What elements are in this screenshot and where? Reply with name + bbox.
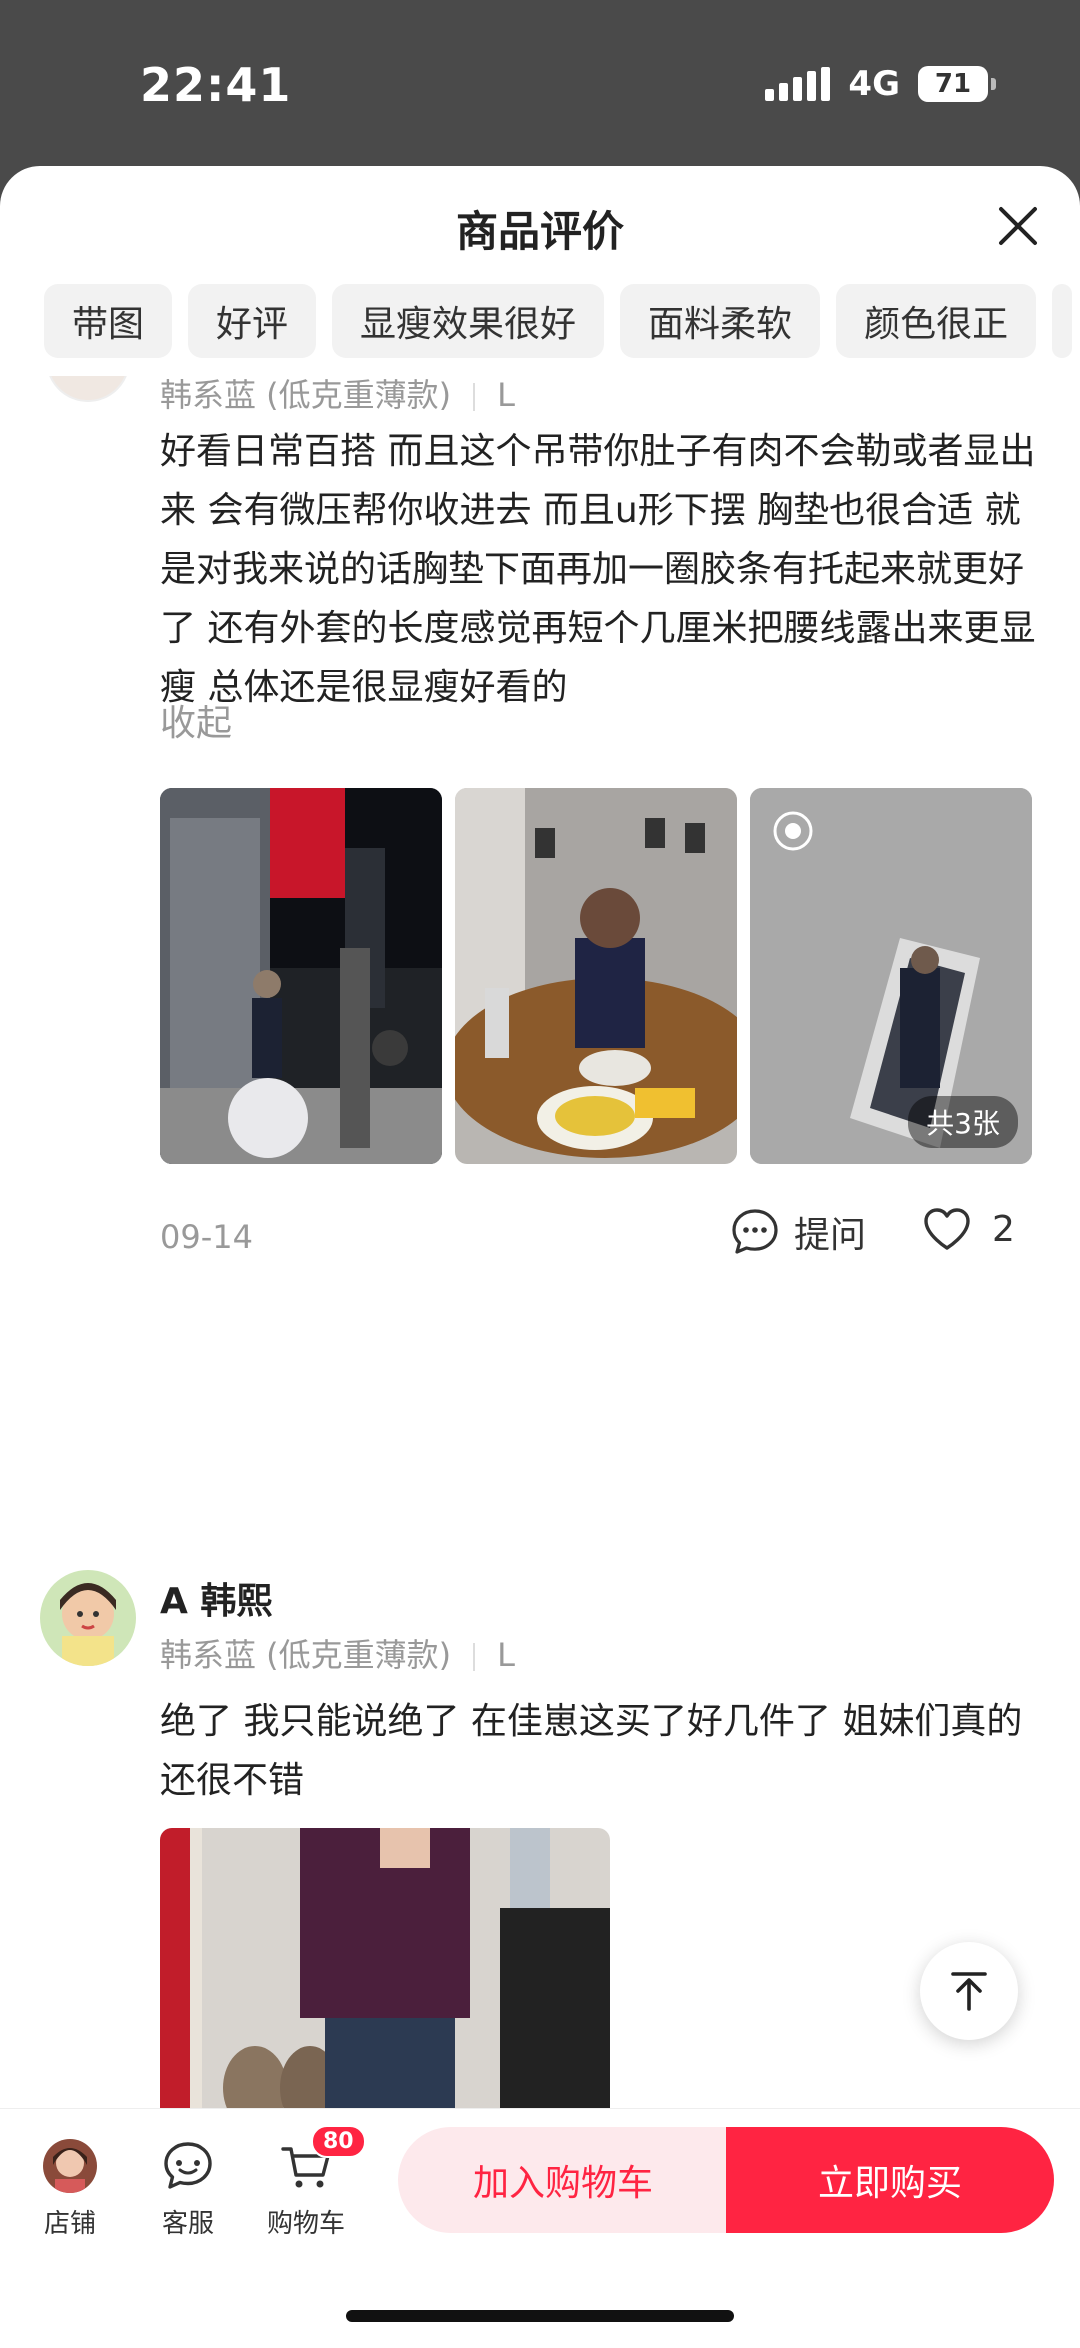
chat-bubble-icon (732, 1209, 778, 1254)
network-label: 4G (848, 64, 900, 104)
variant-label: 韩系蓝 (低克重薄款) (160, 1636, 452, 1674)
like-count: 2 (992, 1208, 1015, 1250)
street-photo-image (160, 788, 442, 1164)
status-bar: 22:41 4G 71 (0, 0, 1080, 170)
review-sheet: 商品评价 带图 好评 显瘦效果很好 面料柔软 颜色很正 韩系蓝 (低克重薄款) L… (0, 166, 1080, 2348)
heart-icon (924, 1208, 970, 1250)
add-to-cart-button[interactable]: 加入购物车 (398, 2127, 728, 2233)
review-photo-mirror[interactable]: 共3张 (750, 788, 1032, 1164)
buy-now-button[interactable]: 立即购买 (726, 2127, 1054, 2233)
filter-tags: 带图 好评 显瘦效果很好 面料柔软 颜色很正 (44, 284, 1073, 358)
review-text: 绝了 我只能说绝了 在佳崽这买了好几件了 姐妹们真的还很不错 (160, 1701, 1023, 1801)
tag-true-color[interactable]: 颜色很正 (836, 284, 1037, 358)
tag-positive[interactable]: 好评 (188, 284, 317, 358)
avatar[interactable] (46, 376, 130, 402)
chat-service-icon (161, 2139, 215, 2193)
review-variant: 韩系蓝 (低克重薄款) L (160, 376, 515, 416)
customer-service-button[interactable]: 客服 (138, 2139, 238, 2240)
battery-icon: 71 (918, 66, 996, 102)
back-to-top-button[interactable] (920, 1942, 1018, 2040)
arrow-up-icon (951, 1972, 987, 2011)
shop-button[interactable]: 店铺 (20, 2139, 120, 2240)
status-time: 22:41 (140, 58, 292, 112)
variant-label: 韩系蓝 (低克重薄款) (160, 376, 452, 414)
like-button[interactable]: 2 (922, 1206, 1015, 1252)
review-list[interactable]: 韩系蓝 (低克重薄款) L 好看日常百搭 而且这个吊带你肚子有肉不会勒或者显出来 … (0, 376, 1080, 2276)
cafe-photo-image (455, 788, 737, 1164)
cart-label: 购物车 (266, 2209, 345, 2239)
tag-slimming[interactable]: 显瘦效果很好 (332, 284, 605, 358)
review-date: 09-14 (160, 1218, 253, 1256)
review-variant: 韩系蓝 (低克重薄款) L (160, 1630, 515, 1676)
tag-with-photos[interactable]: 带图 (44, 284, 173, 358)
service-label: 客服 (161, 2209, 214, 2239)
reviewer-name[interactable]: A 韩熙 (160, 1572, 272, 1624)
cart-icon: 80 (279, 2125, 366, 2193)
cart-button[interactable]: 80 购物车 (256, 2125, 366, 2240)
ask-button[interactable]: 提问 (730, 1206, 866, 1258)
home-indicator[interactable] (346, 2310, 734, 2322)
sheet-title: 商品评价 (455, 207, 624, 256)
shop-label: 店铺 (43, 2209, 96, 2239)
photo-count-badge: 共3张 (908, 1096, 1018, 1148)
review-photo-cafe[interactable] (455, 788, 737, 1164)
shop-avatar (43, 2139, 97, 2193)
size-label: L (497, 1636, 515, 1674)
status-icons: 4G 71 (765, 64, 996, 104)
review-photo-street[interactable] (160, 788, 442, 1164)
sheet-header: 商品评价 (0, 166, 1080, 276)
avatar-image (40, 1570, 136, 1666)
tag-soft-fabric[interactable]: 面料柔软 (620, 284, 821, 358)
avatar[interactable] (40, 1570, 136, 1666)
tag-more[interactable] (1052, 284, 1073, 358)
close-icon[interactable] (992, 200, 1044, 252)
ask-label: 提问 (794, 1215, 867, 1256)
size-label: L (497, 376, 515, 414)
shop-avatar-image (43, 2139, 97, 2193)
cart-count-badge: 80 (311, 2125, 366, 2158)
signal-icon (765, 67, 831, 101)
collapse-link[interactable]: 收起 (160, 694, 232, 746)
review-text: 好看日常百搭 而且这个吊带你肚子有肉不会勒或者显出来 会有微压帮你收进去 而且u… (160, 431, 1036, 708)
